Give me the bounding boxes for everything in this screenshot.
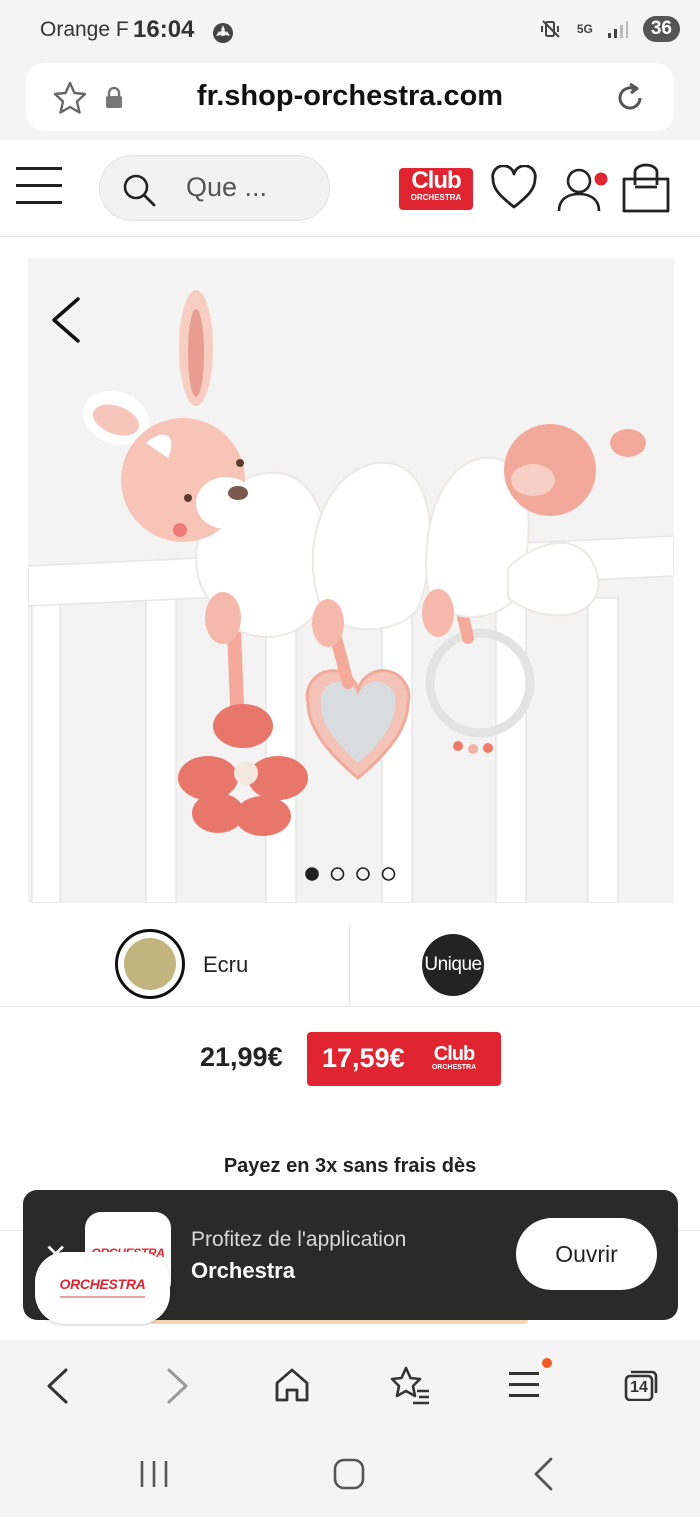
banner-app-name: Orchestra: [191, 1258, 295, 1283]
search-placeholder: Que ...: [186, 172, 268, 202]
signal-icon: [607, 21, 628, 38]
banner-title: Profitez de l'application: [191, 1228, 407, 1251]
tab-count: 14: [630, 1379, 648, 1396]
club-price: 17,59€: [322, 1043, 405, 1073]
installments-text: Payez en 3x sans frais dès: [223, 1155, 477, 1177]
variant-divider: [349, 924, 350, 1006]
club-price-badge: 17,59€ Club ORCHESTRA: [307, 1032, 501, 1086]
browser-back-icon[interactable]: [44, 1367, 70, 1405]
system-home-icon[interactable]: [333, 1458, 365, 1490]
home-icon[interactable]: [273, 1366, 311, 1404]
gallery-dot-active[interactable]: [305, 867, 319, 881]
url-text[interactable]: fr.shop-orchestra.com: [0, 80, 700, 113]
regular-price: 21,99€: [200, 1042, 283, 1072]
menu-icon[interactable]: [16, 166, 62, 206]
network-type: 5G: [576, 22, 593, 36]
battery-indicator: 36: [642, 16, 680, 42]
gallery-dot[interactable]: [381, 867, 396, 881]
clock: 16:04: [133, 16, 195, 43]
carrier-name: Orange F: [40, 18, 129, 41]
system-back-icon[interactable]: [532, 1457, 556, 1491]
recent-apps-icon[interactable]: [139, 1459, 169, 1489]
variant-selector: [0, 922, 700, 1007]
product-photo: [28, 258, 674, 903]
club-logo-text: Club: [411, 167, 461, 194]
gallery-dots: [305, 867, 396, 881]
product-image[interactable]: [28, 258, 674, 903]
club-orchestra-link[interactable]: Club ORCHESTRA: [399, 168, 473, 210]
search-icon: [123, 174, 156, 207]
browser-forward-icon[interactable]: [165, 1367, 191, 1405]
tabs-button[interactable]: 14: [622, 1369, 658, 1401]
shopping-bag-icon[interactable]: [620, 163, 672, 215]
browser-menu-icon[interactable]: [508, 1370, 542, 1400]
app-logo-badge: ORCHESTRA: [35, 1252, 170, 1324]
app-notification-icon: [213, 23, 233, 43]
gallery-dot[interactable]: [356, 867, 370, 881]
club-badge-subtext: ORCHESTRA: [431, 1064, 477, 1071]
back-arrow-icon[interactable]: [48, 295, 84, 345]
club-logo-subtext: ORCHESTRA: [410, 193, 462, 202]
app-logo-brand: ORCHESTRA: [59, 1276, 146, 1292]
club-badge-logo: Club ORCHESTRA: [425, 1044, 483, 1072]
wishlist-heart-icon[interactable]: [490, 165, 538, 211]
app-logo-underline: [60, 1296, 145, 1298]
reload-icon[interactable]: [612, 80, 648, 116]
status-icons: 5G 36: [539, 16, 680, 42]
account-icon[interactable]: [556, 164, 612, 214]
browser-toolbar: [0, 1340, 700, 1440]
size-option[interactable]: Unique: [422, 934, 484, 996]
gallery-dot[interactable]: [330, 867, 345, 881]
menu-notification-dot: [542, 1358, 552, 1368]
mute-vibrate-icon: [540, 20, 560, 38]
open-app-button[interactable]: Ouvrir: [516, 1218, 657, 1290]
club-badge-text: Club: [433, 1043, 475, 1065]
color-swatch[interactable]: [124, 938, 176, 990]
color-label: Ecru: [203, 952, 249, 977]
bookmarks-icon[interactable]: [389, 1365, 431, 1405]
